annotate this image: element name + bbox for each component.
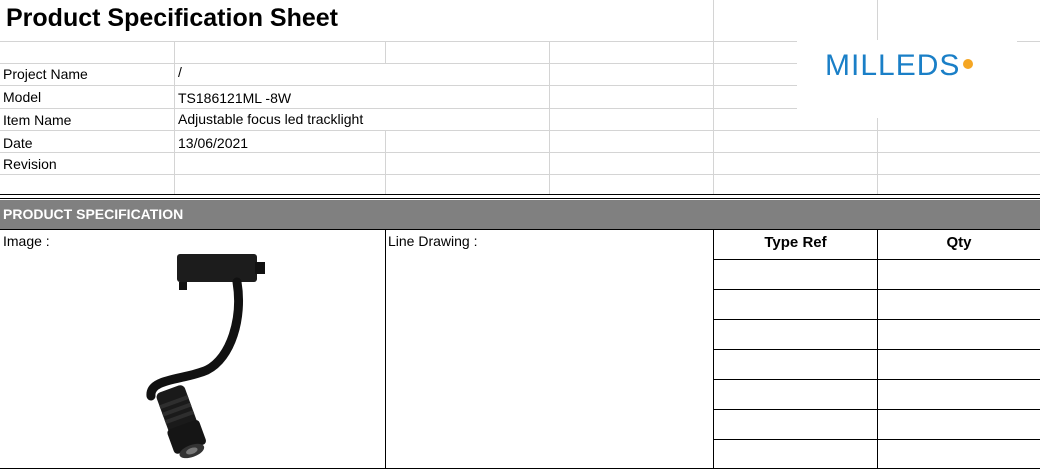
table-row-line bbox=[713, 349, 1040, 350]
separator-line bbox=[0, 468, 1040, 469]
section-title: PRODUCT SPECIFICATION bbox=[3, 206, 184, 222]
grid-line bbox=[0, 174, 1040, 175]
project-name-value: / bbox=[178, 64, 182, 80]
company-logo: MILLEDS bbox=[797, 40, 1017, 110]
model-value: TS186121ML -8W bbox=[178, 90, 292, 106]
table-row-line bbox=[713, 409, 1040, 410]
grid-line bbox=[0, 63, 797, 64]
type-ref-header: Type Ref bbox=[764, 234, 827, 251]
product-image bbox=[146, 254, 265, 459]
grid-line bbox=[385, 130, 386, 194]
table-row-line bbox=[713, 319, 1040, 320]
table-row-line bbox=[713, 379, 1040, 380]
date-value: 13/06/2021 bbox=[178, 135, 249, 151]
item-name-value: Adjustable focus led tracklight bbox=[178, 111, 364, 127]
grid-line bbox=[0, 108, 797, 109]
grid-line bbox=[0, 152, 1040, 153]
grid-line bbox=[713, 0, 714, 194]
grid-line bbox=[0, 130, 1040, 131]
grid-line bbox=[174, 41, 175, 194]
date-label: Date bbox=[3, 135, 33, 151]
separator-line bbox=[0, 198, 1040, 199]
project-name-label: Project Name bbox=[3, 66, 88, 82]
separator-line bbox=[0, 194, 1040, 195]
table-row-line bbox=[713, 289, 1040, 290]
item-name-label: Item Name bbox=[3, 112, 72, 128]
milleds-logo-icon: MILLEDS bbox=[825, 49, 973, 82]
grid-line bbox=[385, 41, 386, 63]
grid-line bbox=[877, 118, 878, 194]
grid-line bbox=[0, 85, 797, 86]
table-row-line bbox=[713, 439, 1040, 440]
line-drawing-label: Line Drawing : bbox=[388, 233, 478, 249]
section-header: PRODUCT SPECIFICATION bbox=[0, 200, 1040, 229]
qty-header: Qty bbox=[946, 234, 972, 251]
table-row-line bbox=[713, 259, 1040, 260]
separator-line bbox=[0, 229, 1040, 230]
revision-label: Revision bbox=[3, 156, 57, 172]
grid-line bbox=[549, 41, 550, 194]
image-label: Image : bbox=[3, 233, 50, 249]
column-divider bbox=[385, 229, 386, 469]
svg-text:MILLEDS: MILLEDS bbox=[825, 49, 960, 82]
page-title: Product Specification Sheet bbox=[6, 4, 339, 32]
model-label: Model bbox=[3, 89, 42, 105]
grid-line bbox=[877, 0, 878, 41]
